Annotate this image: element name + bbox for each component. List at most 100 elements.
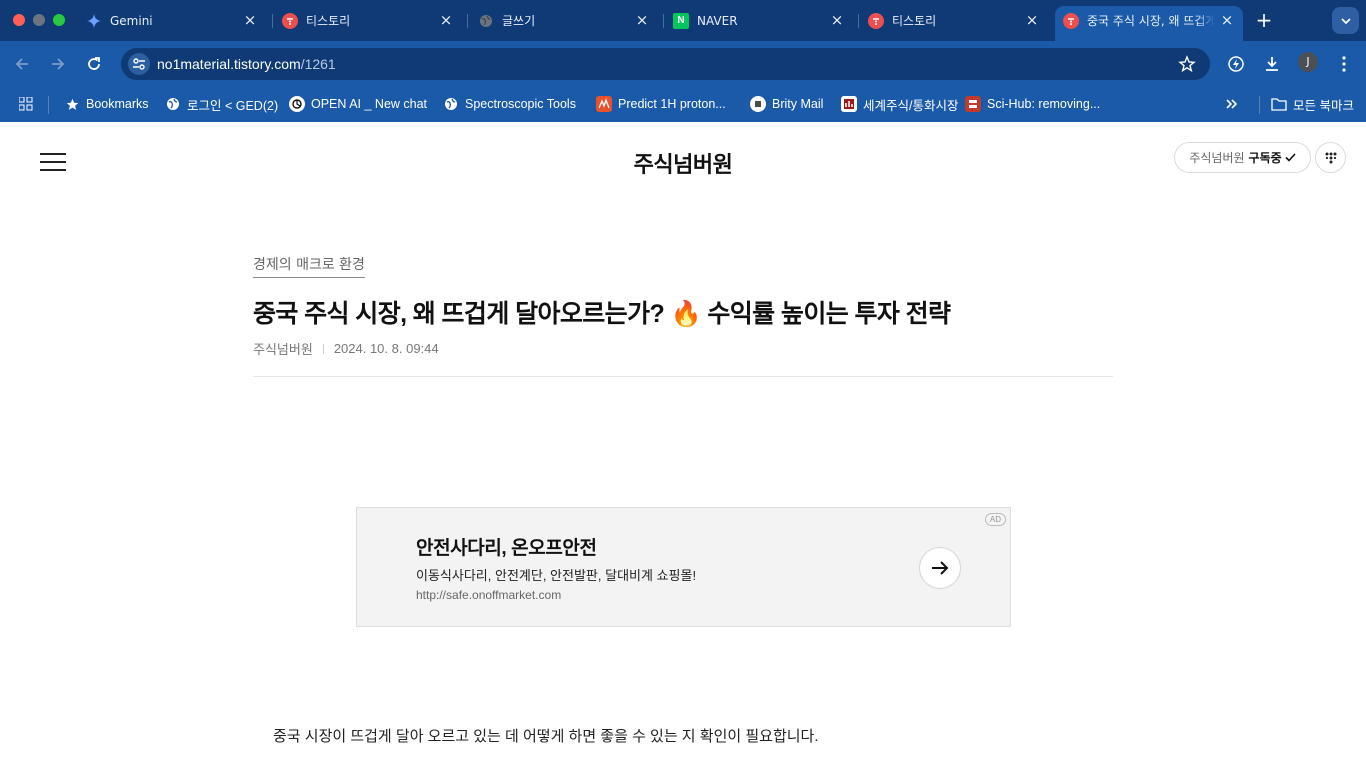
ad-go-button[interactable]: [919, 547, 961, 589]
bookmarks-overflow-button[interactable]: [1224, 95, 1238, 113]
window-close-button[interactable]: [13, 14, 25, 26]
check-icon: [1285, 153, 1296, 162]
address-bar[interactable]: no1material.tistory.com/1261: [121, 48, 1210, 80]
tab-title: 티스토리: [892, 14, 937, 28]
globe-icon: [478, 13, 494, 29]
subscribe-button[interactable]: 주식넘버원 구독중: [1174, 142, 1311, 173]
bookmark-item[interactable]: Predict 1H proton...: [596, 95, 726, 113]
tistory-icon: [868, 12, 884, 29]
tab-close-icon[interactable]: ×: [438, 12, 454, 28]
tab-close-icon[interactable]: ×: [634, 12, 650, 28]
ad-badge: AD: [984, 513, 1006, 526]
tab-title: 티스토리: [306, 14, 351, 28]
url-path: /1261: [300, 56, 336, 72]
tab-title: 글쓰기: [502, 14, 536, 28]
double-chevron-right-icon: [1226, 99, 1238, 109]
url-host: no1material.tistory.com: [157, 56, 301, 72]
openai-icon: [289, 96, 305, 112]
browser-menu-button[interactable]: [1333, 53, 1355, 75]
tab-search-button[interactable]: [1332, 7, 1359, 34]
tab-close-icon[interactable]: ×: [1024, 12, 1040, 28]
tab-title: 중국 주식 시장, 왜 뜨겁게: [1087, 14, 1215, 28]
back-button[interactable]: [11, 53, 33, 75]
header-divider: [253, 376, 1113, 377]
post-title: 중국 주식 시장, 왜 뜨겁게 달아오르는가? 🔥 수익률 높이는 투자 전략: [253, 300, 951, 328]
tab-title: NAVER: [697, 13, 738, 28]
naver-icon: N: [673, 12, 689, 29]
tab-close-icon[interactable]: ×: [1219, 12, 1235, 28]
tab-close-icon[interactable]: ×: [242, 12, 258, 28]
tab-tistory-1[interactable]: 티스토리 ×: [282, 6, 462, 35]
bookmark-label: 세계주식/통화시장: [863, 98, 959, 113]
forward-button[interactable]: [47, 53, 69, 75]
bookmark-label: Brity Mail: [772, 97, 824, 111]
bookmark-label: 로그인 < GED(2): [187, 98, 279, 113]
tistory-dots-icon: [1325, 152, 1336, 163]
tab-tistory-2[interactable]: 티스토리 ×: [868, 6, 1048, 35]
bookmark-item[interactable]: Bookmarks: [64, 95, 149, 113]
nmr-icon: [596, 96, 612, 112]
tab-gemini[interactable]: Gemini ×: [86, 6, 266, 35]
tab-naver[interactable]: N NAVER ×: [673, 6, 853, 35]
new-tab-button[interactable]: +: [1254, 10, 1274, 30]
all-bookmarks-folder[interactable]: 모든 북마크: [1271, 95, 1354, 113]
reload-button[interactable]: [83, 53, 105, 75]
bookmark-star-button[interactable]: [1178, 55, 1196, 77]
window-minimize-button[interactable]: [33, 14, 45, 26]
bookmark-item[interactable]: Sci-Hub: removing...: [965, 95, 1100, 113]
tab-active-post[interactable]: 중국 주식 시장, 왜 뜨겁게 ×: [1055, 6, 1243, 41]
tab-close-icon[interactable]: ×: [829, 12, 845, 28]
tab-write[interactable]: 글쓰기 ×: [478, 6, 658, 35]
tistory-icon: [282, 12, 298, 29]
bookmark-item[interactable]: Brity Mail: [750, 95, 823, 113]
bookmark-item[interactable]: OPEN AI _ New chat: [289, 95, 427, 113]
profile-avatar[interactable]: J: [1298, 52, 1318, 72]
tistory-icon: [1063, 12, 1079, 29]
tab-separator: [272, 14, 273, 28]
bookmarks-bar: Bookmarks 로그인 < GED(2) OPEN AI _ New cha…: [0, 87, 1366, 122]
blog-page: 주식넘버원 주식넘버원 구독중 경제의 매크로 환경 중국 주식 시장, 왜 뜨…: [0, 122, 1366, 768]
bookmark-item[interactable]: Spectroscopic Tools: [443, 95, 576, 113]
tab-separator: [663, 14, 664, 28]
tab-separator: [467, 14, 468, 28]
kebab-menu-icon: [1342, 56, 1346, 72]
bookmark-label: OPEN AI _ New chat: [311, 97, 428, 111]
blog-title[interactable]: 주식넘버원: [0, 147, 1366, 179]
bookmark-label: Bookmarks: [86, 97, 149, 111]
apps-grid-icon: [19, 97, 33, 111]
bookmark-item[interactable]: 로그인 < GED(2): [165, 95, 278, 113]
tab-title: Gemini: [110, 13, 153, 28]
window-maximize-button[interactable]: [53, 14, 65, 26]
brity-icon: [750, 96, 766, 112]
ad-title[interactable]: 안전사다리, 온오프안전: [416, 533, 597, 560]
site-info-button[interactable]: [128, 53, 150, 75]
ad-url[interactable]: http://safe.onoffmarket.com: [416, 588, 561, 602]
download-button[interactable]: [1261, 53, 1283, 75]
tab-strip: Gemini × 티스토리 × 글쓰기 × N NAVER × 티스토리 × 중…: [0, 0, 1366, 41]
blog-more-button[interactable]: [1315, 142, 1346, 173]
bookmark-label: 모든 북마크: [1293, 98, 1354, 113]
bookmarks-divider: [48, 96, 49, 114]
star-icon: [64, 96, 80, 112]
arrow-right-icon: [932, 561, 949, 575]
bookmark-label: Sci-Hub: removing...: [987, 97, 1101, 111]
post-date: 2024. 10. 8. 09:44: [333, 341, 439, 356]
url-text[interactable]: no1material.tistory.com/1261: [157, 56, 336, 72]
download-icon: [1266, 57, 1278, 71]
extension-button[interactable]: [1225, 53, 1247, 75]
star-outline-icon: [1178, 55, 1196, 73]
bookmark-label: Predict 1H proton...: [618, 97, 726, 111]
arrow-right-icon: [52, 58, 65, 70]
ad-banner[interactable]: AD 안전사다리, 온오프안전 이동식사다리, 안전계단, 안전발판, 달대비계…: [356, 507, 1011, 627]
extension-bolt-icon: [1228, 56, 1244, 72]
post-author[interactable]: 주식넘버원: [253, 339, 313, 358]
subscribe-state: 구독중: [1248, 151, 1282, 165]
bookmark-item[interactable]: 세계주식/통화시장: [841, 95, 958, 113]
post-category-link[interactable]: 경제의 매크로 환경: [253, 254, 365, 278]
scihub-icon: [965, 96, 981, 112]
gemini-icon: [86, 13, 102, 29]
apps-button[interactable]: [19, 95, 33, 113]
post-meta: 주식넘버원 2024. 10. 8. 09:44: [253, 339, 439, 358]
tab-separator: [858, 14, 859, 28]
meta-separator: [322, 343, 324, 354]
